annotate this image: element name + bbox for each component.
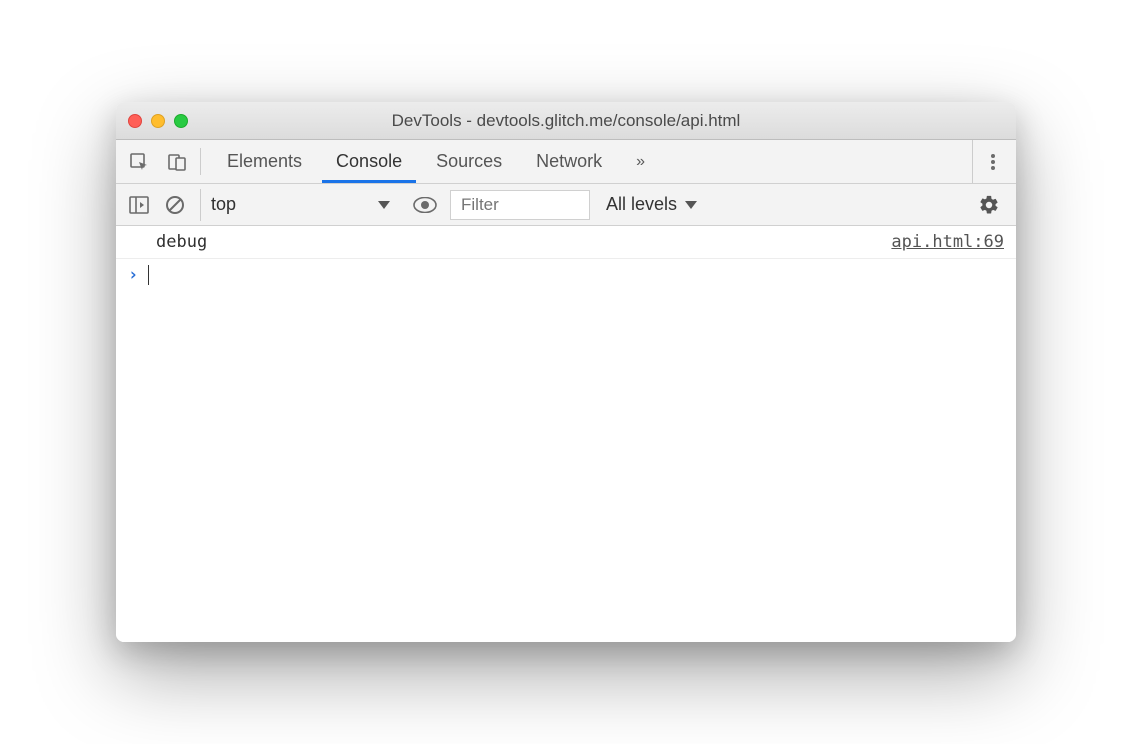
device-toolbar-icon[interactable]: [158, 140, 196, 183]
prompt-chevron-icon: ›: [128, 265, 138, 285]
minimize-window-button[interactable]: [151, 114, 165, 128]
console-output: debug api.html:69 ›: [116, 226, 1016, 642]
inspect-element-icon[interactable]: [120, 140, 158, 183]
tab-elements[interactable]: Elements: [213, 140, 316, 183]
window-title: DevTools - devtools.glitch.me/console/ap…: [116, 111, 1016, 131]
settings-menu-button[interactable]: [972, 140, 1012, 183]
log-message: debug: [156, 232, 891, 252]
titlebar: DevTools - devtools.glitch.me/console/ap…: [116, 102, 1016, 140]
toggle-console-sidebar-icon[interactable]: [124, 190, 154, 220]
console-settings-icon[interactable]: [970, 194, 1008, 216]
clear-console-icon[interactable]: [160, 190, 190, 220]
levels-label: All levels: [606, 194, 677, 215]
chevron-down-icon: [378, 201, 390, 209]
chevron-down-icon: [685, 201, 697, 209]
panel-tabs: Elements Console Sources Network »: [205, 140, 659, 183]
log-levels-select[interactable]: All levels: [596, 194, 707, 215]
console-log-row[interactable]: debug api.html:69: [116, 226, 1016, 259]
live-expression-icon[interactable]: [406, 197, 444, 213]
close-window-button[interactable]: [128, 114, 142, 128]
tab-network[interactable]: Network: [522, 140, 616, 183]
divider: [200, 148, 201, 175]
execution-context-select[interactable]: top: [200, 189, 400, 221]
traffic-lights: [128, 114, 188, 128]
text-cursor: [148, 265, 149, 285]
tab-sources[interactable]: Sources: [422, 140, 516, 183]
more-tabs-label: »: [636, 153, 645, 171]
devtools-window: DevTools - devtools.glitch.me/console/ap…: [116, 102, 1016, 642]
tab-label: Sources: [436, 151, 502, 172]
log-source-link[interactable]: api.html:69: [891, 232, 1004, 252]
more-tabs-button[interactable]: »: [622, 140, 659, 183]
tab-label: Network: [536, 151, 602, 172]
maximize-window-button[interactable]: [174, 114, 188, 128]
tab-label: Console: [336, 151, 402, 172]
main-tabs-bar: Elements Console Sources Network »: [116, 140, 1016, 184]
console-toolbar: top All levels: [116, 184, 1016, 226]
tab-label: Elements: [227, 151, 302, 172]
console-prompt-row[interactable]: ›: [116, 259, 1016, 291]
filter-input[interactable]: [450, 190, 590, 220]
context-label: top: [211, 194, 236, 215]
tab-console[interactable]: Console: [322, 140, 416, 183]
